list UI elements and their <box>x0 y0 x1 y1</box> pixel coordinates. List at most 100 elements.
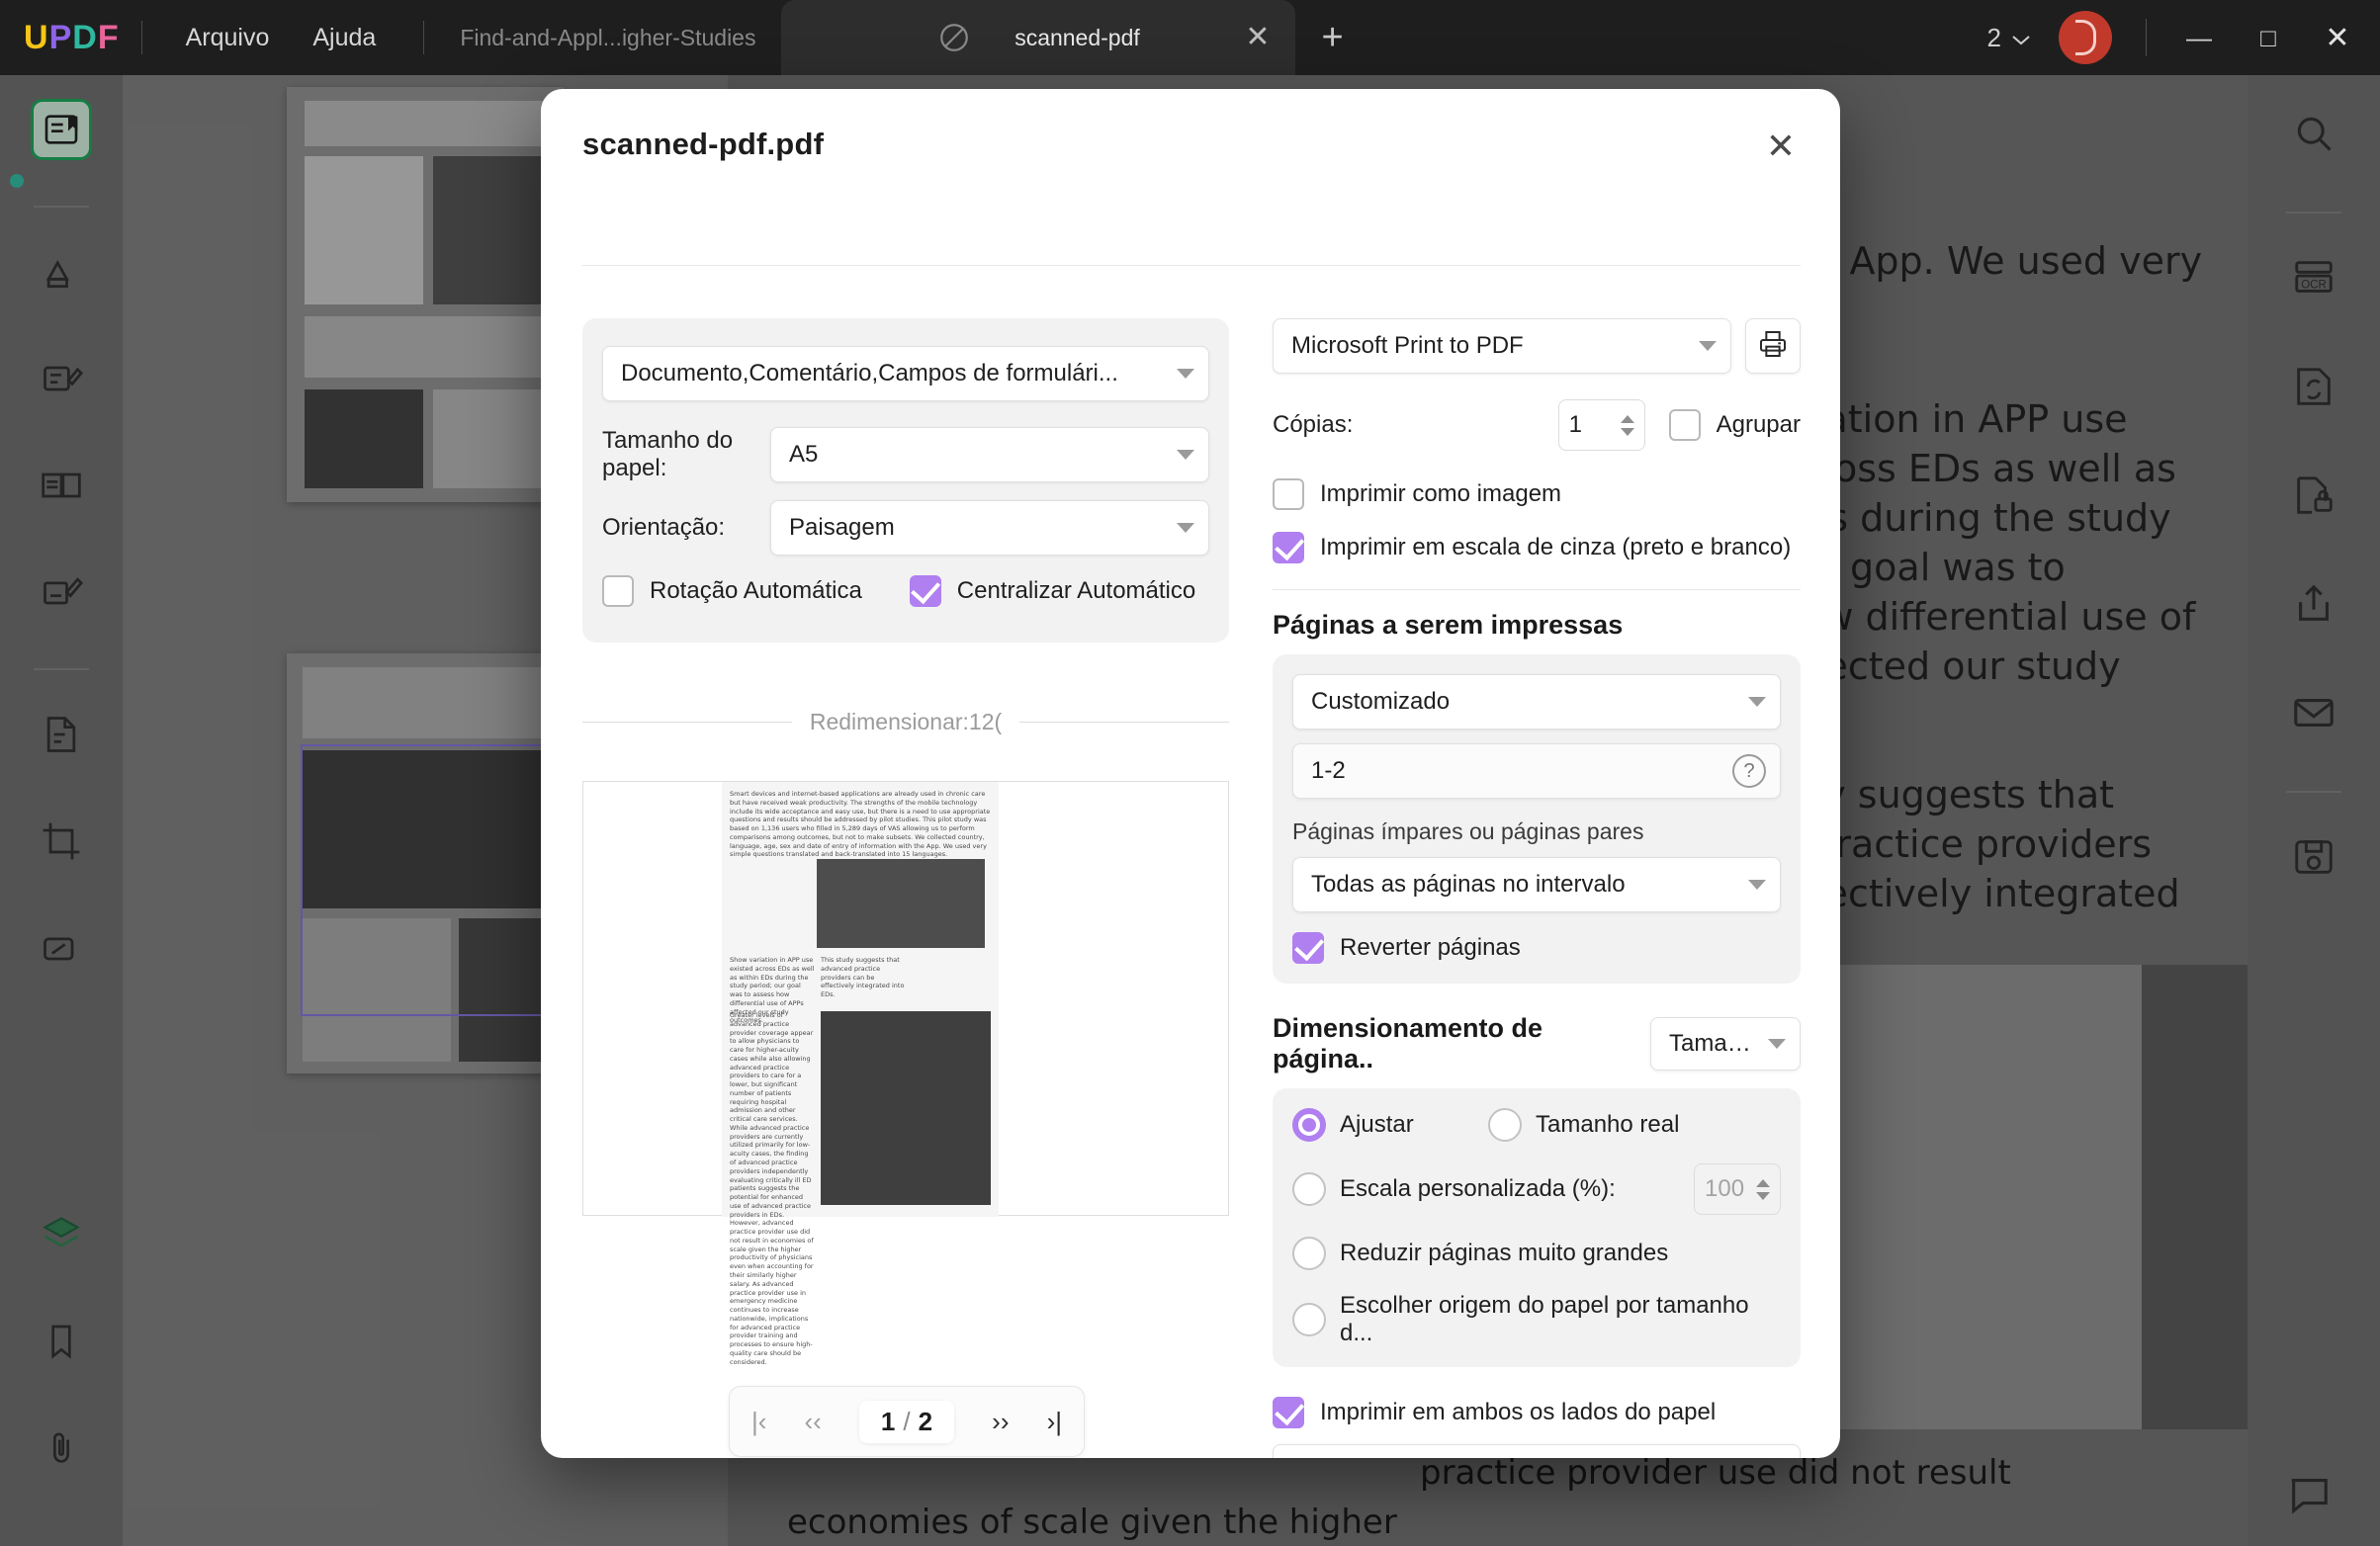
total-pages: 2 <box>918 1406 933 1436</box>
orientation-select[interactable]: Paisagem <box>770 500 1209 556</box>
document-options-card: Documento,Comentário,Campos de formulári… <box>582 318 1229 643</box>
checkbox-box <box>909 575 941 607</box>
prev-page-icon[interactable]: ‹‹ <box>805 1407 822 1437</box>
auto-checkbox-row: Rotação Automática Centralizar Automátic… <box>602 575 1209 607</box>
updf-application-window: UPDF Arquivo Ajuda Find-and-Appl...igher… <box>0 0 2380 1546</box>
page-subset-select[interactable]: Todas as páginas no intervalo <box>1292 857 1781 912</box>
last-page-icon[interactable]: ›| <box>1047 1407 1062 1437</box>
radio-tamanho-real[interactable]: Tamanho real <box>1488 1108 1679 1142</box>
preview-text-block: Smart devices and internet-based applica… <box>730 790 991 859</box>
stepper-up-icon[interactable] <box>1756 1178 1770 1187</box>
orientation-row: Orientação: Paisagem <box>602 500 1209 556</box>
radio-button <box>1292 1172 1326 1206</box>
radio-reduzir-paginas[interactable]: Reduzir páginas muito grandes <box>1292 1237 1781 1270</box>
custom-scale-stepper[interactable]: 100 <box>1694 1163 1781 1215</box>
sizing-options-group: Ajustar Tamanho real Escala personalizad… <box>1273 1088 1801 1367</box>
grayscale-checkbox[interactable]: Imprimir em escala de cinza (preto e bra… <box>1273 532 1801 563</box>
preview-photo <box>821 1011 991 1205</box>
divider-line <box>582 722 792 723</box>
pages-section-group: Customizado 1-2 ? Páginas ímpares ou pág… <box>1273 654 1801 984</box>
checkbox-box <box>1668 409 1701 441</box>
page-indicator[interactable]: 1/2 <box>858 1400 955 1443</box>
window-count[interactable]: 2 <box>1987 23 2031 53</box>
maximize-icon[interactable]: □ <box>2234 0 2303 75</box>
copies-stepper[interactable]: 1 <box>1557 399 1645 451</box>
menu-arquivo[interactable]: Arquivo <box>164 24 292 52</box>
page-range-input[interactable]: 1-2 ? <box>1292 743 1781 799</box>
logo-letter-d: D <box>72 18 98 56</box>
radio-escala-personalizada[interactable]: Escala personalizada (%): <box>1292 1172 1694 1206</box>
print-dialog: scanned-pdf.pdf ✕ Documento,Comentário,C… <box>541 89 1840 1458</box>
page-range-mode-select[interactable]: Customizado <box>1292 674 1781 730</box>
title-bar: UPDF Arquivo Ajuda Find-and-Appl...igher… <box>0 0 2380 75</box>
radio-button <box>1488 1108 1522 1142</box>
print-as-image-checkbox[interactable]: Imprimir como imagem <box>1273 478 1801 510</box>
page-separator: / <box>903 1406 911 1436</box>
radio-escolher-origem[interactable]: Escolher origem do papel por tamanho d..… <box>1292 1292 1781 1347</box>
first-page-icon[interactable]: |‹ <box>751 1407 766 1437</box>
stepper-down-icon[interactable] <box>1620 427 1634 436</box>
content-select[interactable]: Documento,Comentário,Campos de formulári… <box>602 346 1209 401</box>
divider <box>2146 19 2147 56</box>
help-circle-icon[interactable]: ? <box>1732 754 1766 788</box>
sizing-mode-select[interactable]: Taman... <box>1650 1017 1801 1071</box>
next-page-icon[interactable]: ›› <box>992 1407 1009 1437</box>
tab-scanned-pdf[interactable]: scanned-pdf ✕ <box>781 0 1296 75</box>
paper-size-select[interactable]: A5 <box>770 427 1209 482</box>
radio-ajustar[interactable]: Ajustar <box>1292 1108 1488 1142</box>
spinner-arrows[interactable] <box>1756 1178 1770 1200</box>
orientation-value: Paisagem <box>789 514 895 541</box>
avatar[interactable] <box>2059 11 2112 64</box>
stepper-up-icon[interactable] <box>1620 414 1634 423</box>
window-controls-group: 2 — □ ✕ <box>1987 0 2380 75</box>
duplex-mode-select[interactable]: No sentido da borda maior <box>1273 1444 1801 1458</box>
printer-select[interactable]: Microsoft Print to PDF <box>1273 318 1731 374</box>
copies-value: 1 <box>1568 411 1582 438</box>
printer-value: Microsoft Print to PDF <box>1291 332 1524 359</box>
radio-button <box>1292 1237 1326 1270</box>
collate-checkbox[interactable]: Agrupar <box>1668 409 1801 441</box>
preview-text-block: Greater levels of advanced practice prov… <box>730 1011 814 1366</box>
preview-page: Smart devices and internet-based applica… <box>722 782 999 1366</box>
chevron-down-icon <box>1177 450 1194 460</box>
stepper-down-icon[interactable] <box>1756 1191 1770 1200</box>
menu-ajuda[interactable]: Ajuda <box>291 24 397 52</box>
logo-letter-u: U <box>24 18 49 56</box>
chevron-down-icon <box>1748 697 1766 707</box>
updf-logo: UPDF <box>24 19 120 57</box>
sizing-section-heading: Dimensionamento de página.. <box>1273 1013 1543 1074</box>
auto-center-label: Centralizar Automático <box>956 577 1196 604</box>
reverse-pages-label: Reverter páginas <box>1340 934 1521 961</box>
auto-center-checkbox[interactable]: Centralizar Automático <box>909 575 1196 607</box>
orientation-label: Orientação: <box>602 514 726 541</box>
close-icon[interactable]: ✕ <box>1245 23 1270 52</box>
tab-find-and-apply[interactable]: Find-and-Appl...igher-Studies <box>434 0 781 75</box>
duplex-checkbox[interactable]: Imprimir em ambos os lados do papel <box>1273 1397 1801 1428</box>
page-range-value: 1-2 <box>1311 757 1346 784</box>
reverse-pages-checkbox[interactable]: Reverter páginas <box>1292 932 1781 964</box>
minimize-icon[interactable]: — <box>2164 0 2234 75</box>
preview-text-block: This study suggests that advanced practi… <box>821 956 905 999</box>
paper-size-label: Tamanho do papel: <box>602 427 734 481</box>
plus-icon[interactable]: + <box>1321 19 1343 56</box>
checkbox-box <box>602 575 634 607</box>
spinner-arrows[interactable] <box>1620 414 1634 436</box>
chevron-down-icon <box>2011 23 2031 53</box>
resize-divider: Redimensionar:12( <box>582 709 1230 735</box>
close-icon[interactable]: ✕ <box>1755 121 1807 172</box>
auto-rotate-checkbox[interactable]: Rotação Automática <box>602 575 862 607</box>
divider <box>140 21 142 54</box>
logo-letter-p: P <box>48 18 73 56</box>
checkbox-box <box>1273 478 1304 510</box>
collate-label: Agrupar <box>1716 411 1801 438</box>
divider <box>1273 589 1801 590</box>
close-icon[interactable]: ✕ <box>2303 0 2372 75</box>
print-as-image-label: Imprimir como imagem <box>1320 480 1562 507</box>
page-subset-value: Todas as páginas no intervalo <box>1311 871 1626 898</box>
copies-row: Cópias: 1 Agrupar <box>1273 399 1801 451</box>
printer-properties-button[interactable] <box>1745 318 1801 374</box>
tab-label: Find-and-Appl...igher-Studies <box>460 24 756 50</box>
print-preview[interactable]: Smart devices and internet-based applica… <box>582 781 1229 1366</box>
preview-pager[interactable]: |‹ ‹‹ 1/2 ›› ›| <box>729 1386 1085 1457</box>
auto-rotate-label: Rotação Automática <box>650 577 862 604</box>
